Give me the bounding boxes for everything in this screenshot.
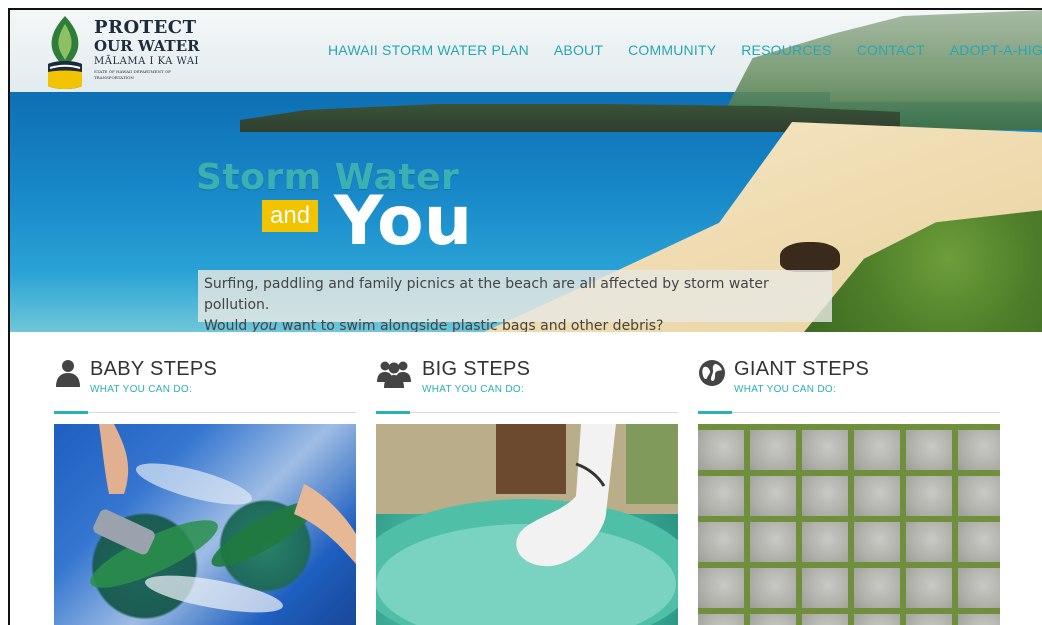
baby-steps-column: BABY STEPS WHAT YOU CAN DO: — [54, 332, 356, 625]
rain-barrel-illustration — [376, 424, 678, 625]
recycling-illustration — [54, 424, 356, 625]
giant-steps-accent-bar — [698, 411, 732, 414]
person-icon — [56, 360, 80, 387]
logo-emblem-icon — [48, 16, 82, 89]
headline-you: You — [334, 182, 473, 261]
hero-headline: Storm Water and You — [196, 158, 472, 258]
nav-link-community[interactable]: COMMUNITY — [628, 42, 716, 58]
hero-banner: PROTECT OUR WATER MĀLAMA I KA WAI STATE … — [10, 10, 1042, 332]
nav-link-about[interactable]: ABOUT — [554, 42, 603, 58]
big-steps-subtitle: WHAT YOU CAN DO: — [422, 384, 525, 395]
baby-steps-title: BABY STEPS — [90, 358, 218, 380]
caption-line-2-start: Would — [204, 318, 252, 332]
big-steps-header[interactable]: BIG STEPS WHAT YOU CAN DO: — [376, 354, 678, 414]
caption-line-1: Surfing, paddling and family picnics at … — [204, 276, 769, 313]
hero-caption: Surfing, paddling and family picnics at … — [198, 270, 832, 332]
globe-icon — [699, 360, 725, 386]
giant-steps-column: GIANT STEPS WHAT YOU CAN DO: — [698, 332, 1000, 625]
nav-link-storm-water-plan[interactable]: HAWAII STORM WATER PLAN — [328, 42, 529, 58]
group-icon — [377, 361, 411, 388]
page-frame: PROTECT OUR WATER MĀLAMA I KA WAI STATE … — [8, 8, 1042, 625]
logo-line-dept: STATE OF HAWAII DEPARTMENT OF TRANSPORTA… — [94, 69, 171, 80]
rain-barrel-image[interactable] — [376, 424, 678, 625]
caption-line-2: Would you want to swim alongside plastic… — [204, 316, 826, 332]
headline-and-badge: and — [262, 200, 319, 232]
logo-line-ourwater: OUR WATER — [94, 37, 200, 55]
baby-steps-accent-bar — [54, 411, 88, 414]
steps-section: BABY STEPS WHAT YOU CAN DO: BIG STEPS WH… — [10, 332, 1042, 625]
top-navigation-bar: PROTECT OUR WATER MĀLAMA I KA WAI STATE … — [10, 10, 1042, 92]
caption-emphasis: you — [251, 318, 278, 332]
hero-rock — [780, 242, 840, 272]
caption-line-2-end: want to swim alongside plastic bags and … — [277, 318, 664, 332]
permeable-pavers-image[interactable] — [698, 424, 1000, 625]
logo-line-protect: PROTECT — [94, 17, 197, 38]
main-nav: HAWAII STORM WATER PLAN ABOUT COMMUNITY … — [328, 42, 1042, 58]
logo-line-malama: MĀLAMA I KA WAI — [94, 56, 200, 67]
nav-link-adopt-a-highway[interactable]: ADOPT-A-HIGHWAY — [950, 42, 1042, 58]
logo-wordmark: PROTECT OUR WATER MĀLAMA I KA WAI STATE … — [94, 18, 202, 81]
giant-steps-header[interactable]: GIANT STEPS WHAT YOU CAN DO: — [698, 354, 1000, 414]
big-steps-accent-bar — [376, 411, 410, 414]
giant-steps-subtitle: WHAT YOU CAN DO: — [734, 384, 837, 395]
site-logo[interactable]: PROTECT OUR WATER MĀLAMA I KA WAI STATE … — [42, 14, 202, 90]
nav-link-contact[interactable]: CONTACT — [857, 42, 925, 58]
big-steps-column: BIG STEPS WHAT YOU CAN DO: — [376, 332, 678, 625]
big-steps-title: BIG STEPS — [422, 358, 531, 380]
baby-steps-subtitle: WHAT YOU CAN DO: — [90, 384, 193, 395]
giant-steps-title: GIANT STEPS — [734, 358, 870, 380]
nav-link-resources[interactable]: RESOURCES — [741, 42, 831, 58]
baby-steps-header[interactable]: BABY STEPS WHAT YOU CAN DO: — [54, 354, 356, 414]
recycling-bottles-image[interactable] — [54, 424, 356, 625]
